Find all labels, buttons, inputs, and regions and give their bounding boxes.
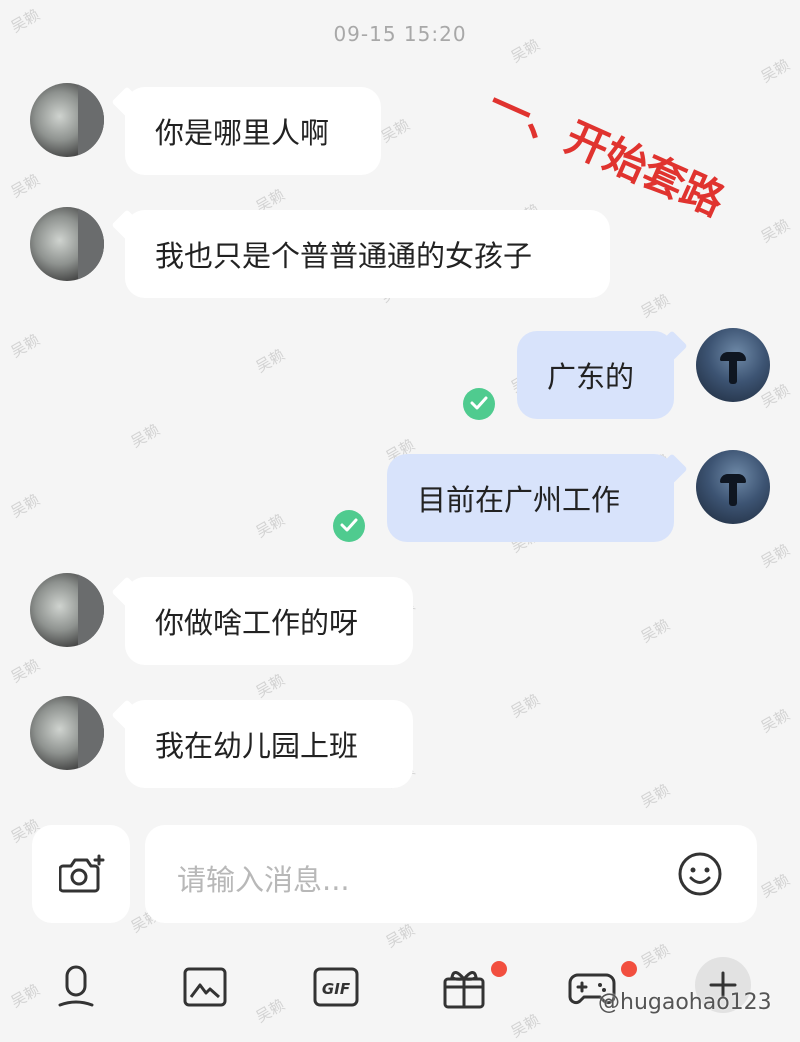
chat-timestamp: 09-15 15:20 [333,22,467,46]
my-avatar[interactable] [696,328,770,402]
message-bubble-outgoing[interactable]: 目前在广州工作 [387,454,674,542]
message-bubble-outgoing[interactable]: 广东的 [517,331,674,419]
watermark: 吴赖 [252,345,288,377]
watermark: 吴赖 [757,705,793,737]
message-bubble-incoming[interactable]: 你是哪里人啊 [125,87,381,175]
watermark: 吴赖 [637,290,673,322]
message-text: 你是哪里人啊 [155,116,330,150]
watermark: 吴赖 [507,690,543,722]
gif-icon: GIF [313,967,359,1007]
message-text: 目前在广州工作 [417,483,621,517]
camera-button[interactable] [32,825,130,923]
figure-shape [729,358,737,384]
camera-icon [59,854,105,893]
message-input-placeholder: 请输入消息... [177,863,350,897]
source-credit: @hugaohao123 [598,990,772,1015]
gift-button[interactable] [440,963,488,1011]
watermark: 吴赖 [252,670,288,702]
message-text: 我也只是个普普通通的女孩子 [155,239,533,273]
gift-icon [443,971,485,1009]
image-icon [183,967,227,1007]
message-input[interactable]: 请输入消息... [145,825,757,923]
my-avatar[interactable] [696,450,770,524]
watermark: 吴赖 [7,490,43,522]
watermark: 吴赖 [637,780,673,812]
microphone-icon [58,965,94,1007]
emoji-icon[interactable] [677,851,723,897]
gift-badge [491,961,507,977]
watermark: 吴赖 [377,115,413,147]
watermark: 吴赖 [637,615,673,647]
message-input-bar: 请输入消息... [0,815,800,933]
watermark: 吴赖 [252,510,288,542]
watermark: 吴赖 [757,540,793,572]
image-button[interactable] [181,963,229,1011]
message-bubble-incoming[interactable]: 你做啥工作的呀 [125,577,413,665]
watermark: 吴赖 [7,655,43,687]
read-check-icon [463,388,495,420]
watermark: 吴赖 [7,170,43,202]
contact-avatar[interactable] [30,83,104,157]
message-text: 你做啥工作的呀 [155,606,359,640]
figure-shape [729,480,737,506]
watermark: 吴赖 [127,420,163,452]
message-bubble-incoming[interactable]: 我也只是个普普通通的女孩子 [125,210,610,298]
read-check-icon [333,510,365,542]
message-text: 我在幼儿园上班 [155,729,359,763]
watermark: 吴赖 [757,55,793,87]
gif-button[interactable]: GIF [312,963,360,1011]
voice-button[interactable] [52,963,100,1011]
contact-avatar[interactable] [30,207,104,281]
message-text: 广东的 [547,360,635,394]
game-badge [621,961,637,977]
contact-avatar[interactable] [30,696,104,770]
watermark: 吴赖 [757,215,793,247]
watermark: 吴赖 [7,330,43,362]
gif-label: GIF [322,980,351,998]
message-bubble-incoming[interactable]: 我在幼儿园上班 [125,700,413,788]
contact-avatar[interactable] [30,573,104,647]
handwritten-annotation: 一、开始套路 [481,78,732,226]
